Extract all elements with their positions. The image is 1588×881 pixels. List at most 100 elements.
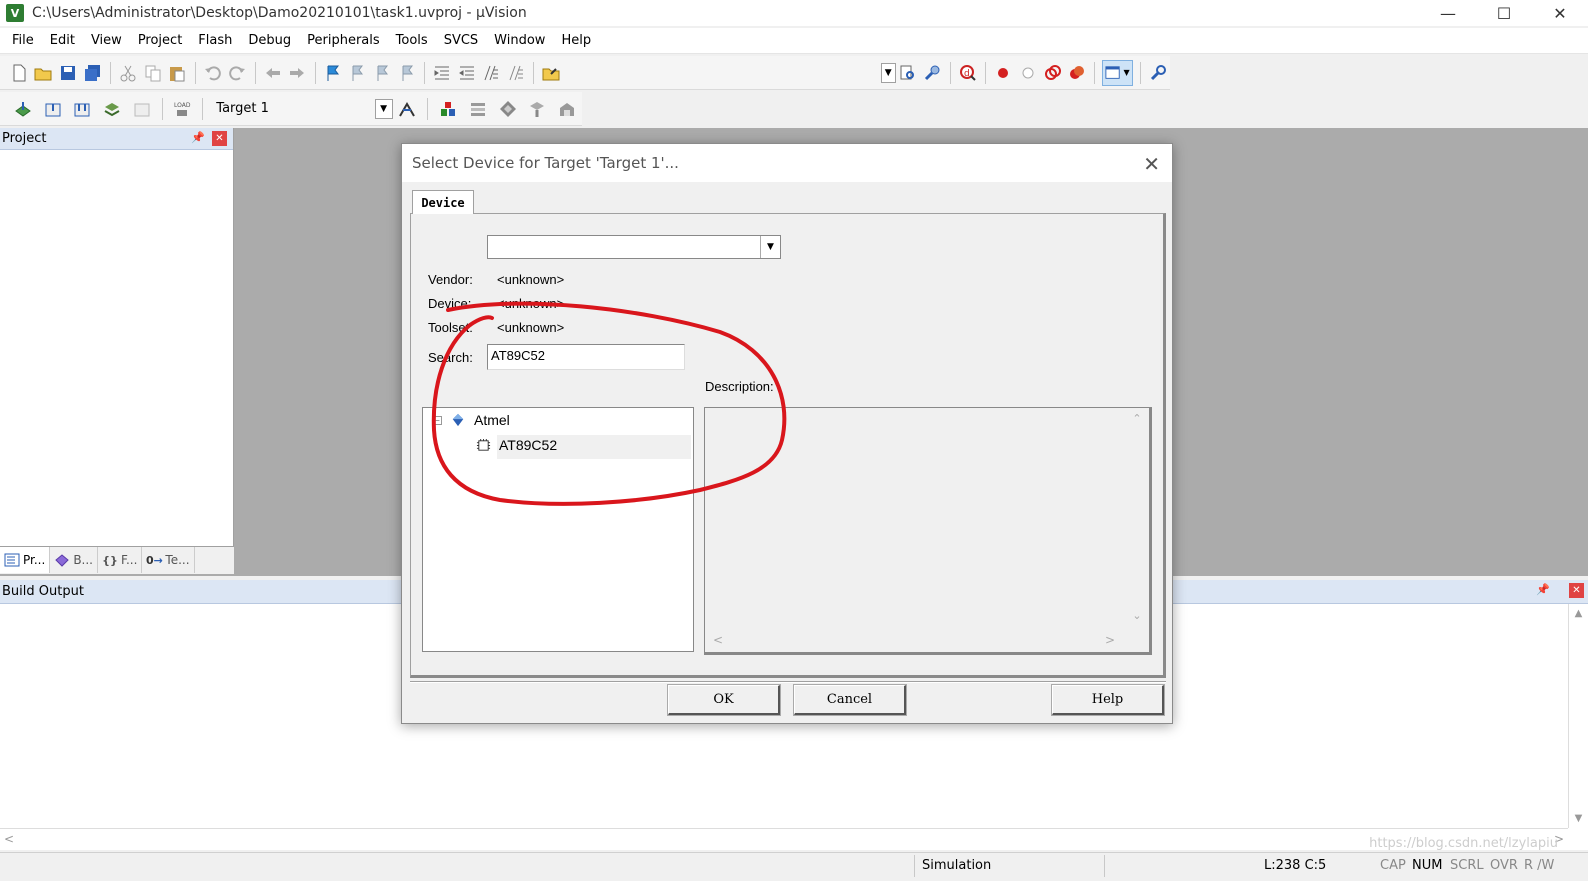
undo-icon[interactable]	[202, 60, 223, 86]
cut-icon[interactable]	[118, 60, 139, 86]
close-window-button[interactable]: ✕	[1532, 0, 1588, 26]
enable-breakpoint-icon[interactable]	[1018, 60, 1039, 86]
menu-help[interactable]: Help	[553, 28, 599, 54]
dialog-close-icon[interactable]: ✕	[1143, 152, 1160, 176]
scroll-up-icon[interactable]: ▲	[1575, 608, 1583, 619]
minimize-button[interactable]: —	[1420, 0, 1476, 26]
start-debug-icon[interactable]: d	[958, 60, 979, 86]
ok-button[interactable]: OK	[668, 685, 780, 715]
cancel-button[interactable]: Cancel	[794, 685, 906, 715]
close-pane-icon[interactable]: ✕	[212, 131, 227, 146]
scroll-right-icon[interactable]: >	[1105, 633, 1115, 647]
menu-peripherals[interactable]: Peripherals	[299, 28, 388, 54]
svg-text:d: d	[964, 69, 970, 79]
incremental-find-icon[interactable]	[922, 60, 943, 86]
status-bar: Simulation L:238 C:5 CAP NUM SCRL OVR R …	[0, 852, 1588, 881]
menu-debug[interactable]: Debug	[240, 28, 299, 54]
select-packs-icon[interactable]	[495, 96, 521, 122]
project-pane-header: Project 📌 ✕	[0, 128, 233, 150]
scroll-left-icon[interactable]: <	[4, 832, 14, 846]
toolbar-separator	[949, 61, 951, 84]
find-combo-dropdown[interactable]: ▼	[880, 62, 896, 83]
device-search-input[interactable]: AT89C52	[487, 344, 685, 370]
description-label: Description:	[705, 379, 774, 394]
redo-icon[interactable]	[227, 60, 248, 86]
build-output-vertical-scrollbar[interactable]: ▲ ▼	[1568, 604, 1588, 828]
disable-breakpoints-icon[interactable]	[1042, 60, 1063, 86]
configure-wrench-icon[interactable]	[1148, 60, 1169, 86]
help-button[interactable]: Help	[1052, 685, 1164, 715]
scroll-down-icon[interactable]: ▼	[1575, 813, 1583, 824]
tree-node-vendor[interactable]: − Atmel	[433, 412, 510, 428]
tree-collapse-icon[interactable]: −	[433, 415, 442, 425]
device-database-combo[interactable]: ▼	[487, 235, 781, 259]
find-icon[interactable]	[898, 60, 919, 86]
tab-templates[interactable]: 0 → Te...	[142, 547, 195, 573]
menu-flash[interactable]: Flash	[190, 28, 240, 54]
comment-icon[interactable]	[481, 60, 502, 86]
download-load-icon[interactable]: LOAD	[170, 96, 196, 122]
pin-icon[interactable]: 📌	[191, 131, 205, 144]
new-file-icon[interactable]	[8, 60, 29, 86]
menu-file[interactable]: File	[4, 28, 42, 54]
scroll-down-icon[interactable]: ⌄	[1132, 609, 1141, 622]
kill-breakpoints-icon[interactable]	[1067, 60, 1088, 86]
maximize-button[interactable]: ☐	[1476, 0, 1532, 26]
menu-svcs[interactable]: SVCS	[436, 28, 486, 54]
device-database-icon[interactable]	[554, 96, 580, 122]
pin-icon[interactable]: 📌	[1536, 583, 1550, 596]
functions-braces-icon: {}	[102, 553, 118, 567]
target-dropdown-arrow[interactable]: ▼	[374, 98, 393, 119]
batch-build-icon[interactable]	[99, 96, 125, 122]
scroll-left-icon[interactable]: <	[713, 633, 723, 647]
pack-installer-icon[interactable]	[524, 96, 550, 122]
description-vertical-scrollbar[interactable]: ⌃ ⌄	[1129, 412, 1145, 622]
toolbar-separator	[202, 97, 204, 120]
copy-icon[interactable]	[142, 60, 163, 86]
tab-books[interactable]: B...	[50, 547, 98, 573]
save-all-icon[interactable]	[82, 60, 103, 86]
build-icon[interactable]	[40, 96, 66, 122]
menu-edit[interactable]: Edit	[42, 28, 83, 54]
stop-build-icon[interactable]	[129, 96, 155, 122]
vendor-label: Vendor:	[428, 272, 473, 287]
target-options-icon[interactable]	[395, 96, 421, 122]
find-in-files-icon[interactable]	[541, 60, 562, 86]
select-device-dialog: Select Device for Target 'Target 1'... ✕…	[401, 143, 1173, 724]
prev-bookmark-icon[interactable]	[347, 60, 368, 86]
menu-window[interactable]: Window	[486, 28, 553, 54]
clear-bookmarks-icon[interactable]	[396, 60, 417, 86]
save-icon[interactable]	[58, 60, 79, 86]
open-folder-icon[interactable]	[33, 60, 54, 86]
indent-icon[interactable]	[432, 60, 453, 86]
unindent-icon[interactable]	[456, 60, 477, 86]
next-bookmark-icon[interactable]	[372, 60, 393, 86]
close-pane-icon[interactable]: ✕	[1569, 583, 1584, 598]
build-output-horizontal-scrollbar[interactable]: < >	[0, 828, 1568, 848]
vendor-diamond-icon	[450, 412, 466, 428]
file-extensions-icon[interactable]	[465, 96, 491, 122]
tab-functions[interactable]: {} F...	[98, 547, 143, 573]
paste-icon[interactable]	[167, 60, 188, 86]
target-select-value[interactable]: Target 1	[216, 101, 374, 116]
bookmark-icon[interactable]	[322, 60, 343, 86]
tree-node-device[interactable]: AT89C52	[475, 437, 557, 453]
combo-dropdown-arrow-icon[interactable]: ▼	[760, 236, 780, 258]
manage-components-icon[interactable]	[435, 96, 461, 122]
navigate-back-icon[interactable]	[262, 60, 283, 86]
tab-books-label: B...	[73, 553, 93, 567]
scroll-up-icon[interactable]: ⌃	[1132, 412, 1141, 425]
navigate-forward-icon[interactable]	[287, 60, 308, 86]
insert-breakpoint-icon[interactable]	[993, 60, 1014, 86]
tab-project[interactable]: Pr...	[0, 547, 51, 573]
menu-tools[interactable]: Tools	[388, 28, 436, 54]
tab-device[interactable]: Device	[412, 190, 474, 214]
uncomment-icon[interactable]	[506, 60, 527, 86]
menu-project[interactable]: Project	[130, 28, 190, 54]
description-horizontal-scrollbar[interactable]: < >	[709, 632, 1119, 648]
translate-icon[interactable]	[10, 96, 36, 122]
window-layout-icon[interactable]: ▼	[1102, 59, 1133, 86]
rebuild-icon[interactable]	[69, 96, 95, 122]
menu-view[interactable]: View	[83, 28, 130, 54]
toolbar-separator	[985, 61, 986, 84]
